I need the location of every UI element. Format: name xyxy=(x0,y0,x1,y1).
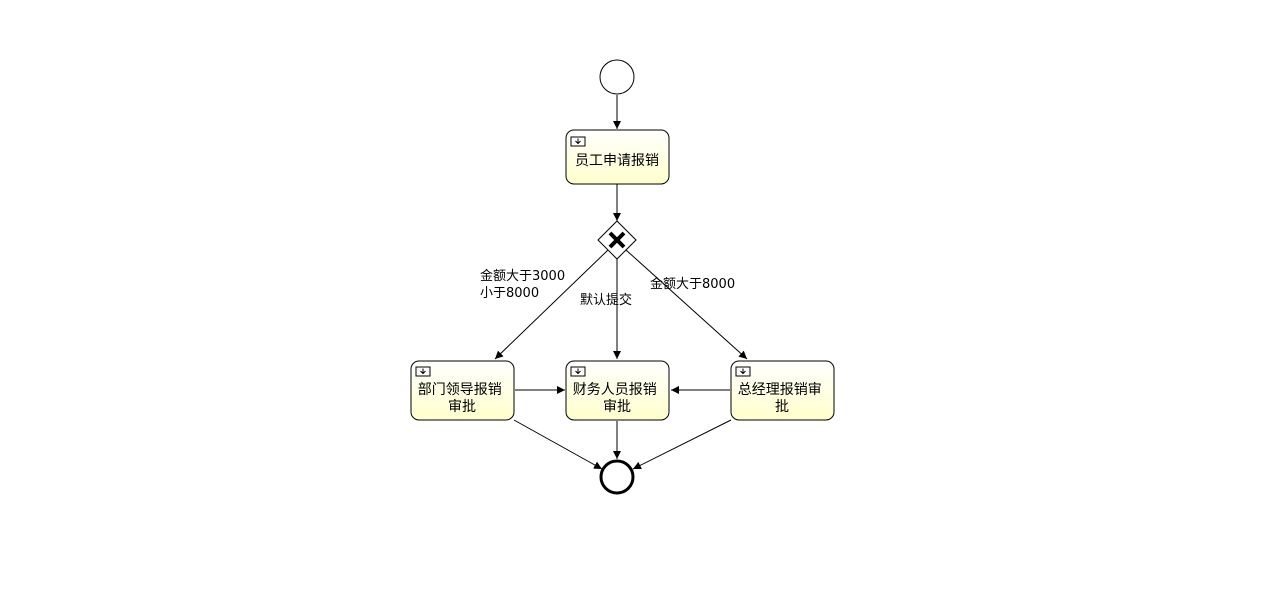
flow-label-gm-condition: 金额大于8000 xyxy=(650,276,735,292)
flow-label-finance-default: 默认提交 xyxy=(580,292,632,308)
task-apply[interactable]: 员工申请报销 xyxy=(565,129,670,185)
task-dept-line-1: 部门领导报销 xyxy=(418,382,502,398)
flow-label-gm-line-1: 金额大于8000 xyxy=(650,276,735,292)
user-task-icon xyxy=(415,366,431,377)
task-dept-approval[interactable]: 部门领导报销 审批 xyxy=(410,360,515,421)
start-event[interactable] xyxy=(599,59,635,95)
task-gm-approval[interactable]: 总经理报销审 批 xyxy=(730,360,835,421)
flow-gm-to-end[interactable] xyxy=(632,419,732,470)
task-finance-line-1: 财务人员报销 xyxy=(573,382,657,398)
end-event[interactable] xyxy=(599,459,635,495)
task-gm-line-1: 总经理报销审 xyxy=(738,382,822,398)
task-dept-line-2: 审批 xyxy=(448,399,476,415)
task-apply-label: 员工申请报销 xyxy=(575,153,659,169)
user-task-icon xyxy=(570,366,586,377)
flow-label-dept-line-2: 小于8000 xyxy=(480,286,539,301)
process-diagram: 员工申请报销 部门领导报销 审批 财务人员报销 审批 总经理报销审 批 金额大于… xyxy=(410,59,835,495)
task-gm-line-2: 批 xyxy=(775,399,789,415)
user-task-icon xyxy=(735,366,751,377)
flow-gateway-to-gm[interactable] xyxy=(625,249,748,360)
task-finance-approval[interactable]: 财务人员报销 审批 xyxy=(565,360,670,421)
task-finance-line-2: 审批 xyxy=(603,399,631,415)
flow-label-dept-condition: 金额大于3000 小于8000 xyxy=(480,268,569,301)
user-task-icon xyxy=(570,136,586,147)
flow-label-dept-line-1: 金额大于3000 xyxy=(480,268,565,284)
flow-dept-to-end[interactable] xyxy=(513,419,603,470)
flow-label-finance-line-1: 默认提交 xyxy=(580,292,632,308)
task-apply-line-1: 员工申请报销 xyxy=(575,153,659,169)
